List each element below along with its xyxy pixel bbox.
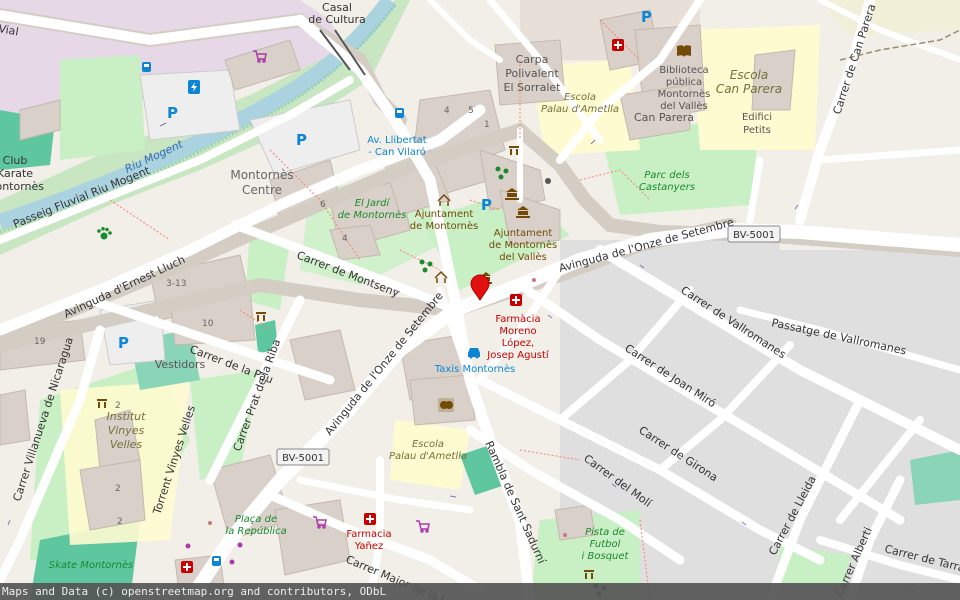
- label-pista-2: Futbol: [590, 539, 621, 550]
- label-ajuntament-a-2: de Montornès: [410, 220, 478, 232]
- label-escola-pa-south-1: Escola: [412, 439, 444, 450]
- label-institut-2: Vinyes: [108, 424, 145, 437]
- house-number: 1: [484, 120, 490, 130]
- house-number: 6: [320, 200, 326, 210]
- house-number: 5: [468, 106, 474, 116]
- park-northwest: [60, 55, 145, 160]
- label-ajuntament-b-2: de Montornès: [489, 239, 557, 251]
- label-carpa-2: Polivalent: [505, 67, 559, 80]
- house-number: 2: [117, 517, 123, 527]
- label-parc-2: Castanyers: [639, 182, 695, 193]
- label-pista-3: i Bosquet: [582, 551, 630, 562]
- map-canvas: BV-5001 BV-5001 P P P P P Vial Casal de …: [0, 0, 960, 600]
- label-farmacia-moreno-1: Farmàcia: [495, 313, 540, 325]
- house-number: 10: [202, 319, 214, 329]
- parking-icon: P: [481, 196, 492, 214]
- parking-icon: P: [296, 131, 307, 149]
- label-club-2: Karate: [0, 167, 33, 180]
- label-farmacia-yanez-2: Yañez: [354, 541, 384, 552]
- label-club-1: Club: [3, 154, 28, 167]
- label-institut-3: Velles: [110, 438, 143, 451]
- label-farmacia-moreno-3: López,: [502, 337, 534, 349]
- label-av-llibertat-2: - Can Vilaró: [368, 146, 426, 158]
- label-ajuntament-b-3: del Vallès: [499, 251, 547, 263]
- pharmacy-cross-icon: [364, 513, 376, 525]
- label-ajuntament-b-1: Ajuntament: [494, 228, 553, 239]
- label-farmacia-yanez-1: Farmacia: [346, 529, 391, 540]
- route-shield-bv5001-west-label: BV-5001: [282, 453, 324, 464]
- house-number: 2: [115, 401, 121, 411]
- label-edifici-2: Petits: [743, 125, 771, 136]
- bus-stop-icon: [212, 556, 221, 566]
- pharmacy-cross-icon: [510, 294, 522, 306]
- label-placa-2: la República: [225, 525, 286, 537]
- label-placa-1: Plaça de: [235, 514, 277, 525]
- label-biblio-1: Biblioteca: [659, 65, 708, 76]
- label-montornes-centre-1: Montornès: [230, 168, 293, 182]
- label-ajuntament-a-1: Ajuntament: [415, 209, 474, 220]
- label-montornes-centre-2: Centre: [242, 183, 282, 197]
- label-escola-cp-1: Escola: [730, 68, 768, 82]
- label-taxis: Taxis Montornès: [434, 363, 515, 375]
- pharmacy-cross-icon: [181, 561, 193, 573]
- label-farmacia-moreno-4: Josep Agustí: [486, 349, 550, 361]
- house-number: 2: [115, 484, 121, 494]
- label-jardi-2: de Montornès: [338, 209, 407, 221]
- label-institut-1: Institut: [107, 410, 147, 423]
- route-shield-bv5001-west: BV-5001: [276, 448, 330, 466]
- label-can-parera: Can Parera: [634, 111, 694, 124]
- parking-icon: P: [641, 8, 652, 26]
- label-skate: Skate Montornès: [49, 559, 133, 571]
- label-club-3: Montornès: [0, 180, 44, 193]
- house-number: 19: [34, 337, 46, 347]
- label-av-llibertat-1: Av. Llibertat: [367, 135, 427, 146]
- label-vestidors: Vestidors: [155, 358, 206, 371]
- label-biblio-2: pública: [666, 76, 702, 88]
- label-biblio-3: Montornès: [658, 88, 711, 100]
- label-carpa-3: El Sorralet: [504, 81, 562, 94]
- label-edifici-1: Edifici: [742, 112, 772, 123]
- label-escola-pa-north-2: Palau d'Ametlla: [541, 104, 619, 115]
- house-number: 4: [444, 106, 450, 116]
- label-escola-pa-south-2: Palau d'Ametlla: [389, 451, 467, 462]
- label-escola-pa-north-1: Escola: [564, 92, 596, 103]
- house-number: 3-13: [166, 279, 186, 289]
- label-casal-2: de Cultura: [308, 13, 366, 26]
- parking-icon: P: [118, 334, 129, 352]
- map-attribution[interactable]: Maps and Data (c) openstreetmap.org and …: [0, 583, 960, 600]
- parking-icon: P: [167, 104, 178, 122]
- theatre-masks-icon: [438, 398, 454, 412]
- label-jardi-1: El Jardí: [355, 197, 391, 209]
- taxi-icon: [468, 348, 480, 359]
- bus-stop-icon: [395, 108, 404, 118]
- bus-stop-icon: [142, 62, 151, 72]
- route-shield-bv5001-east: BV-5001: [727, 225, 781, 243]
- pharmacy-cross-icon: [612, 39, 624, 51]
- map-view[interactable]: BV-5001 BV-5001 P P P P P Vial Casal de …: [0, 0, 960, 600]
- house-number: 4: [342, 234, 348, 244]
- label-carpa-1: Carpa: [516, 53, 549, 66]
- label-escola-cp-2: Can Parera: [716, 82, 782, 96]
- label-parc-1: Parc dels: [644, 170, 689, 181]
- route-shield-bv5001-east-label: BV-5001: [733, 230, 775, 241]
- label-farmacia-moreno-2: Moreno: [499, 326, 536, 337]
- charging-station-icon: [188, 80, 200, 94]
- label-pista-1: Pista de: [585, 527, 625, 538]
